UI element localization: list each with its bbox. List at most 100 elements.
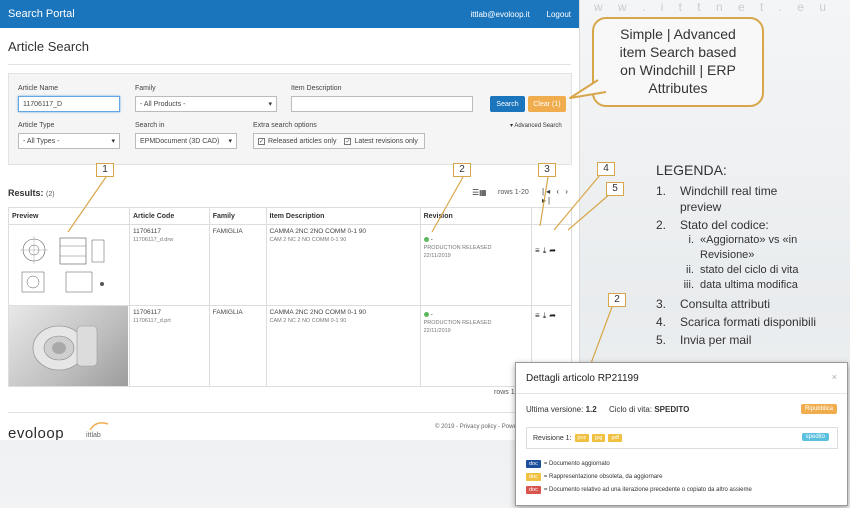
drawing-preview[interactable] [12, 228, 126, 302]
description-cell: CAMMA 2NC 2NO COMM 0-1 90 CAM 2 NC 2 NO … [265, 305, 421, 387]
legend-row-text: = Documento aggiornato [543, 461, 610, 467]
latest-revisions-checkbox[interactable]: ✓ Latest revisions only [344, 137, 418, 145]
legend-item: 5. Invia per mail [656, 332, 816, 348]
user-email[interactable]: ittlab@evoloop.it [470, 10, 529, 19]
format-tag[interactable]: pdf [608, 434, 623, 442]
table-row[interactable]: 11706117 11706117_d.drw FAMIGLIA CAMMA 2… [8, 224, 572, 306]
search-in-select[interactable]: EPMDocument (3D CAD) [135, 133, 237, 149]
article-name-input[interactable]: 11706117_D [18, 96, 120, 112]
legend-roman: ii. [686, 264, 694, 276]
send-mail-icon[interactable]: ➦ [549, 246, 559, 255]
search-portal-window: Search Portal ittlab@evoloop.it Logout A… [0, 0, 580, 440]
legend-subtext: Revisione» [700, 249, 755, 261]
article-code-cell: 11706117 11706117_d.drw [129, 224, 210, 306]
results-count: Results: (2) [8, 188, 55, 198]
dialog-title: Dettagli articolo RP21199 [526, 373, 639, 384]
callout-line: item Search based [619, 44, 737, 60]
extra-options-label: Extra search options [253, 122, 317, 129]
file-name: 11706117_d.drw [133, 237, 174, 243]
legend-subitem: i. «Aggiornato» vs «in [656, 233, 816, 248]
pager[interactable]: |◂ ‹ › ▸| [542, 187, 579, 205]
lifecycle-state: PRODUCTION RELEASED [423, 320, 492, 326]
3d-model-thumbnail-icon [32, 325, 98, 371]
legend-subtext: «Aggiornato» vs «in [700, 234, 798, 246]
legend-number: 5. [656, 333, 667, 347]
dialog-divider [516, 393, 847, 394]
watermark: w w w . i t t n e t . e u [569, 0, 832, 14]
legend-roman [680, 248, 700, 263]
file-name: 11706117_d.prt [133, 318, 171, 324]
revision-label: Revisione 1: [533, 434, 572, 442]
page-title: Article Search [8, 39, 89, 54]
latest-revisions-label: Latest revisions only [354, 137, 418, 145]
row-actions[interactable]: ≡⤓➦ [535, 246, 568, 256]
brand-link[interactable]: Search Portal [8, 8, 75, 20]
released-only-label: Released articles only [268, 137, 337, 145]
logout-link[interactable]: Logout [547, 10, 571, 19]
republish-button[interactable]: Ripubblica [800, 404, 837, 414]
format-tag[interactable]: pvz [574, 434, 590, 442]
legend-item: 2. Stato del codice: [656, 217, 816, 233]
advanced-search-toggle[interactable]: ▾ Advanced Search [510, 122, 562, 129]
results-table: Preview Article Code Family Item Descrip… [8, 207, 572, 387]
send-mail-icon[interactable]: ➦ [549, 311, 559, 320]
row-actions[interactable]: ≡⤓➦ [535, 311, 568, 321]
article-name-label: Article Name [18, 85, 59, 92]
preview-cell[interactable] [8, 224, 130, 306]
legend-title: LEGENDA: [656, 162, 727, 178]
col-revision: Revision [419, 207, 533, 225]
ittlab-logo-icon [89, 422, 109, 431]
close-icon[interactable]: × [832, 372, 837, 382]
lifecycle-value: SPEDITO [654, 405, 690, 414]
article-type-select[interactable]: - All Types - [18, 133, 120, 149]
preview-cell[interactable] [8, 305, 130, 387]
released-only-checkbox[interactable]: ✓ Released articles only [258, 137, 337, 145]
search-button[interactable]: Search [490, 96, 525, 112]
last-modified-date: 22/11/2019 [423, 328, 451, 334]
evoloop-logo: evoloop [8, 425, 65, 440]
user-area: ittlab@evoloop.it Logout [456, 9, 571, 20]
legend-item: 3. Consulta attributi [656, 296, 816, 312]
legend-row-text: = Documento relativo ad una iterazione p… [543, 487, 752, 493]
description-cell: CAMMA 2NC 2NO COMM 0-1 90 CAM 2 NC 2 NO … [265, 224, 421, 306]
legend-number: 1. [656, 184, 667, 198]
footer-text: © 2019 - Privacy policy - Power [435, 424, 519, 430]
attributes-icon[interactable]: ≡ [535, 246, 543, 255]
col-actions [531, 207, 572, 225]
col-family: Family [208, 207, 267, 225]
table-row[interactable]: 11706117 11706117_d.prt FAMIGLIA CAMMA 2… [8, 305, 572, 387]
legend-subitem: iii. data ultima modifica [656, 278, 816, 293]
status-dot-icon [423, 311, 429, 317]
lifecycle-state: PRODUCTION RELEASED [423, 245, 492, 251]
description-secondary: CAM 2 NC 2 NO COMM 0-1 90 [269, 237, 347, 243]
lifecycle-label: Ciclo di vita: [608, 405, 653, 414]
ittlab-text: ittlab [86, 432, 101, 439]
results-number: (2) [46, 191, 55, 198]
updated-tag: doc [526, 460, 541, 468]
actions-cell: ≡⤓➦ [531, 224, 572, 306]
col-preview: Preview [8, 207, 130, 225]
clear-button[interactable]: Clear (1) [528, 96, 566, 112]
view-toggle[interactable]: ☰▦ [472, 188, 487, 197]
legend-subtext: data ultima modifica [700, 279, 798, 291]
callout-line: on Windchill | ERP [620, 62, 736, 78]
format-tag[interactable]: jpg [592, 434, 606, 442]
check-icon: ✓ [258, 137, 265, 145]
grid-view-icon[interactable]: ▦ [479, 188, 487, 197]
search-panel: Article Name 11706117_D Family - All Pro… [8, 73, 572, 165]
description-secondary: CAM 2 NC 2 NO COMM 0-1 90 [269, 318, 347, 324]
family-cell: FAMIGLIA [208, 305, 267, 387]
family-cell: FAMIGLIA [208, 224, 267, 306]
callout-line: Simple | Advanced [620, 26, 736, 42]
legend-subitem: ii. stato del ciclo di vita [656, 263, 816, 278]
article-code-cell: 11706117 11706117_d.prt [129, 305, 210, 387]
search-in-label: Search in [135, 122, 165, 129]
top-bar: Search Portal ittlab@evoloop.it Logout [0, 0, 579, 28]
legend-text: Scarica formati disponibili [680, 315, 817, 329]
version-value: 1.2 [585, 405, 597, 414]
item-description-input[interactable] [291, 96, 473, 112]
model-preview[interactable] [9, 306, 128, 386]
attributes-icon[interactable]: ≡ [535, 311, 543, 320]
family-select[interactable]: - All Products - [135, 96, 277, 112]
marker-5: 5 [606, 182, 624, 196]
